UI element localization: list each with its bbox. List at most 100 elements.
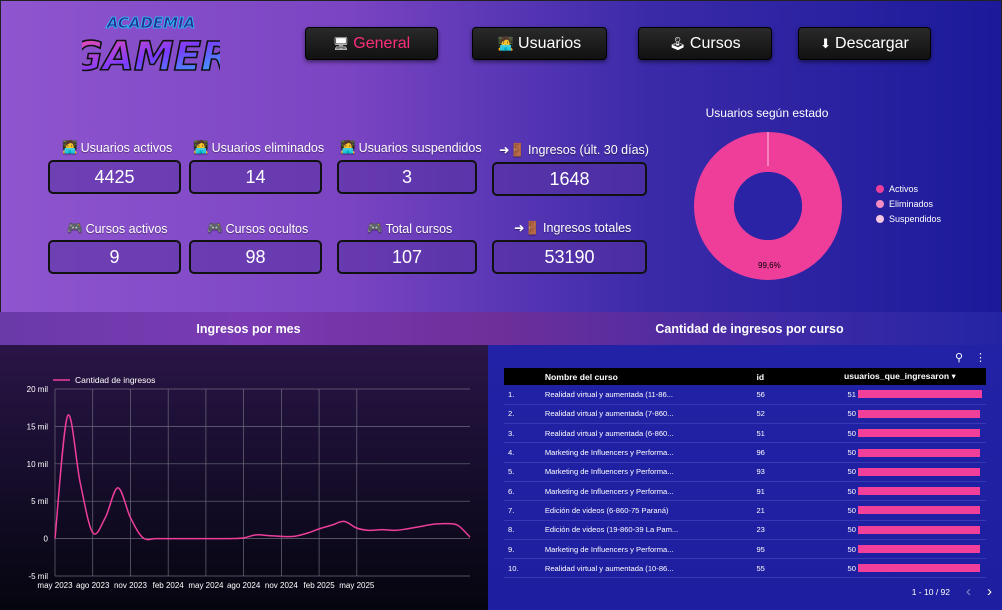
row-usuarios-cell: 50 [840, 520, 986, 539]
y-tick-label: 0 [44, 535, 49, 544]
joystick-icon: 🕹 [669, 35, 686, 51]
table-row[interactable]: 2. Realidad virtual y aumentada (7-860...… [504, 404, 986, 424]
row-index: 4. [508, 448, 515, 458]
row-usuarios-cell: 50 [840, 404, 986, 423]
kpi-label-usuarios-suspendidos: 🧑‍💻 Usuarios suspendidos [340, 140, 482, 155]
legend-label: Suspendidos [889, 214, 942, 224]
table-row[interactable]: 5. Marketing de Influencers y Performa...… [504, 462, 986, 482]
row-usuarios-bar [858, 545, 980, 554]
col-header-index [504, 368, 541, 385]
x-tick-label: ago 2023 [76, 581, 110, 590]
table-row[interactable]: 8. Edición de videos (19-860-39 La Pam...… [504, 520, 986, 540]
row-course-id: 56 [756, 389, 765, 399]
x-tick-label: nov 2024 [265, 581, 298, 590]
ingresos-curso-table-panel: ⚲ ⋮ Nombre del curso id usuarios_que_ing… [488, 345, 1002, 610]
row-usuarios-cell: 50 [840, 424, 986, 443]
technologist-icon: 🧑‍💻 [193, 140, 209, 154]
legend-item-eliminados[interactable]: Eliminados [876, 199, 941, 209]
row-usuarios-value: 50 [847, 467, 856, 477]
y-tick-label: -5 mil [28, 572, 48, 581]
legend-item-activos[interactable]: Activos [876, 184, 941, 194]
row-course-id: 91 [756, 486, 765, 496]
next-page-button[interactable]: › [987, 583, 992, 600]
row-index: 1. [508, 389, 515, 399]
filter-icon[interactable]: ⚲ [955, 351, 963, 364]
legend-label: Cantidad de ingresos [75, 375, 155, 385]
prev-page-button[interactable]: ‹ [966, 583, 971, 600]
row-course-name: Marketing de Influencers y Performa... [544, 448, 674, 458]
x-tick-label: ago 2024 [227, 581, 261, 590]
table-row[interactable]: 1. Realidad virtual y aumentada (11-86...… [504, 385, 986, 405]
legend-item-suspendidos[interactable]: Suspendidos [876, 214, 941, 224]
row-usuarios-value: 50 [847, 505, 856, 515]
row-usuarios-value: 50 [847, 544, 856, 554]
legend-label: Eliminados [889, 199, 934, 209]
svg-text:ACADEMIA: ACADEMIA [106, 14, 196, 32]
table-row[interactable]: 6. Marketing de Influencers y Performa...… [504, 481, 986, 501]
x-tick-label: feb 2024 [153, 581, 185, 590]
download-icon: ⬇ [820, 35, 832, 51]
table-row[interactable]: 4. Marketing de Influencers y Performa...… [504, 443, 986, 463]
kpi-label-total-cursos: 🎮 Total cursos [367, 221, 452, 236]
kpi-label-ingresos-30-dias: ➜🚪 Ingresos (últ. 30 días) [499, 142, 649, 158]
ingresos-line-chart: 20 mil 15 mil 10 mil 5 mil 0 -5 mil may 2023 ag… [0, 345, 488, 610]
nav-cursos-button[interactable]: 🕹 Cursos [638, 27, 772, 60]
kpi-label-text: Usuarios suspendidos [358, 140, 482, 155]
kpi-usuarios-eliminados: 14 [189, 160, 322, 194]
row-usuarios-bar [858, 564, 980, 573]
row-usuarios-bar [858, 525, 980, 534]
technologist-icon: 🧑‍💻 [62, 140, 78, 154]
row-usuarios-cell: 50 [840, 481, 986, 500]
table-row[interactable]: 3. Realidad virtual y aumentada (6-860...… [504, 424, 986, 443]
row-usuarios-cell: 50 [840, 443, 986, 462]
nav-general-button[interactable]: 🖥 General [305, 27, 438, 60]
row-usuarios-value: 50 [847, 486, 856, 496]
row-usuarios-value: 50 [847, 525, 856, 535]
col-header-usuarios[interactable]: usuarios_que_ingresaron ▾ [840, 368, 986, 385]
donut-hole [734, 172, 802, 240]
legend-dot [876, 215, 884, 223]
row-usuarios-value: 50 [847, 428, 856, 438]
row-index: 2. [508, 409, 515, 419]
table-row[interactable]: 7. Edición de videos (6-860-75 Paraná) 21 5… [504, 501, 986, 521]
col-header-id[interactable]: id [752, 368, 840, 385]
table-row[interactable]: 10. Realidad virtual y aumentada (10-86..… [504, 559, 986, 578]
row-usuarios-value: 50 [847, 563, 856, 573]
y-tick-label: 15 mil [27, 422, 49, 431]
row-course-name: Marketing de Influencers y Performa... [544, 544, 674, 554]
enter-door-icon: ➜🚪 [499, 143, 526, 157]
kpi-usuarios-activos: 4425 [48, 160, 181, 194]
nav-usuarios-button[interactable]: 🧑‍💻 Usuarios [472, 27, 607, 60]
row-course-name: Realidad virtual y aumentada (10-86... [544, 563, 674, 573]
row-course-name: Realidad virtual y aumentada (7-860... [544, 409, 674, 419]
row-usuarios-cell: 51 [840, 385, 986, 404]
row-usuarios-bar [858, 448, 980, 457]
table-row[interactable]: 9. Marketing de Influencers y Performa...… [504, 539, 986, 559]
row-course-name: Edición de videos (19-860-39 La Pam... [544, 525, 679, 535]
donut-percent-label: 99,6% [758, 261, 781, 270]
kpi-ingresos-totales: 53190 [492, 240, 647, 274]
technologist-icon: 🧑‍💻 [497, 35, 515, 51]
kpi-cursos-activos: 9 [48, 240, 181, 274]
table-header-row: Nombre del curso id usuarios_que_ingresa… [504, 368, 986, 385]
kpi-label-text: Ingresos (últ. 30 días) [528, 143, 649, 157]
monitor-icon: 🖥 [332, 35, 350, 51]
donut-title: Usuarios según estado [705, 106, 829, 120]
ingresos-por-mes-header: Ingresos por mes [0, 312, 497, 345]
row-index: 8. [508, 525, 515, 535]
kpi-label-text: Usuarios activos [80, 140, 173, 155]
row-course-name: Marketing de Influencers y Performa... [544, 467, 674, 477]
bar-cell: 50 [844, 506, 982, 515]
row-index: 5. [508, 467, 515, 477]
col-header-nombre[interactable]: Nombre del curso [541, 368, 753, 385]
nav-descargar-button[interactable]: ⬇ Descargar [798, 27, 931, 60]
bar-cell: 50 [844, 467, 982, 476]
row-index: 6. [508, 486, 515, 496]
donut-svg [694, 132, 842, 280]
x-tick-label: nov 2023 [114, 581, 147, 590]
bar-cell: 50 [844, 448, 982, 457]
nav-cursos-label: Cursos [689, 34, 741, 52]
y-tick-label: 20 mil [27, 385, 49, 394]
svg-text:GAMER: GAMER [82, 34, 220, 80]
more-options-icon[interactable]: ⋮ [975, 351, 986, 364]
